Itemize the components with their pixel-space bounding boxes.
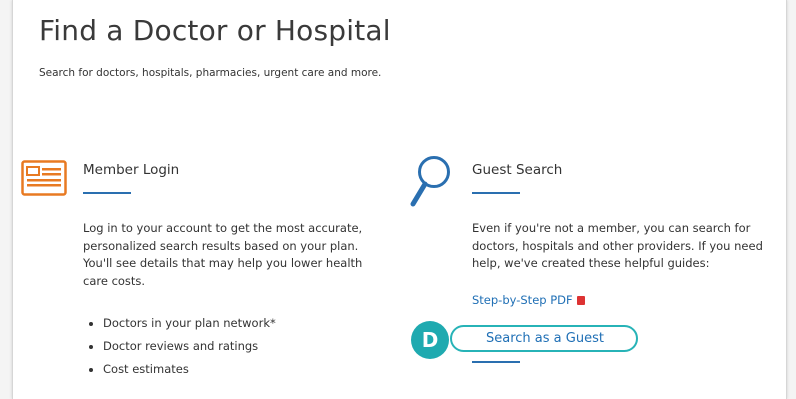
pdf-link-label: Step-by-Step PDF [472,293,573,307]
list-item: Cost estimates [89,362,276,385]
content-panel: Find a Doctor or Hospital Search for doc… [12,0,787,399]
guest-search-underline [472,192,520,194]
member-benefits-list: Doctors in your plan network* Doctor rev… [89,316,276,385]
list-item: Doctor reviews and ratings [89,339,276,362]
guest-search-body: Even if you're not a member, you can sea… [472,221,763,270]
search-as-guest-button[interactable]: Search as a Guest [450,325,638,352]
callout-badge: D [411,321,449,359]
search-icon [410,156,450,207]
guest-button-underline [472,361,520,363]
member-login-body: Log in to your account to get the most a… [83,221,363,288]
page-title: Find a Doctor or Hospital [39,14,391,47]
search-as-guest-label: Search as a Guest [486,331,604,346]
page-subtitle: Search for doctors, hospitals, pharmacie… [39,67,382,79]
member-login-underline [83,192,131,194]
guest-search-title: Guest Search [472,162,563,178]
member-login-title: Member Login [83,162,180,178]
pdf-icon [576,296,585,305]
list-item: Doctors in your plan network* [89,316,276,339]
id-card-icon [21,160,67,196]
step-by-step-pdf-link[interactable]: Step-by-Step PDF [472,293,585,307]
